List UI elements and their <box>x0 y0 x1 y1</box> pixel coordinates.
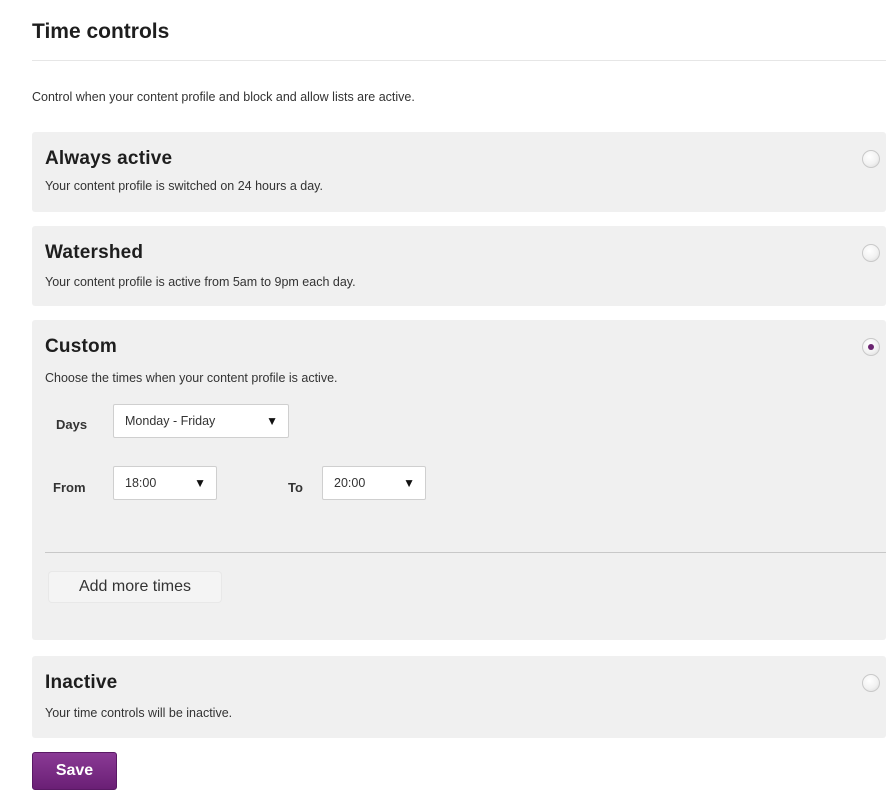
chevron-down-icon: ▼ <box>194 476 206 490</box>
intro-text: Control when your content profile and bl… <box>32 90 415 104</box>
option-title: Always active <box>45 148 173 169</box>
option-title: Watershed <box>45 242 144 263</box>
save-button[interactable]: Save <box>32 752 117 790</box>
option-description: Your time controls will be inactive. <box>45 706 233 720</box>
title-divider <box>32 60 886 61</box>
radio-always-active[interactable] <box>862 150 880 168</box>
option-always-active[interactable]: Always active Your content profile is sw… <box>32 132 886 212</box>
from-select[interactable]: 18:00 ▼ <box>113 466 217 500</box>
add-more-times-button[interactable]: Add more times <box>49 572 221 602</box>
radio-inactive[interactable] <box>862 674 880 692</box>
option-watershed[interactable]: Watershed Your content profile is active… <box>32 226 886 306</box>
days-select[interactable]: Monday - Friday ▼ <box>113 404 289 438</box>
to-label: To <box>288 480 303 495</box>
option-description: Choose the times when your content profi… <box>45 371 338 385</box>
custom-divider <box>45 552 886 553</box>
to-select[interactable]: 20:00 ▼ <box>322 466 426 500</box>
days-label: Days <box>56 417 88 432</box>
days-select-value: Monday - Friday <box>125 414 216 428</box>
option-description: Your content profile is active from 5am … <box>45 275 356 289</box>
radio-custom[interactable] <box>862 338 880 356</box>
page-title: Time controls <box>32 20 170 43</box>
option-title: Custom <box>45 336 117 357</box>
option-custom[interactable]: Custom Choose the times when your conten… <box>32 320 886 640</box>
option-title: Inactive <box>45 672 118 693</box>
from-label: From <box>53 480 86 495</box>
chevron-down-icon: ▼ <box>266 414 278 428</box>
from-select-value: 18:00 <box>125 476 157 490</box>
option-inactive[interactable]: Inactive Your time controls will be inac… <box>32 656 886 738</box>
option-description: Your content profile is switched on 24 h… <box>45 179 323 193</box>
chevron-down-icon: ▼ <box>403 476 415 490</box>
radio-watershed[interactable] <box>862 244 880 262</box>
to-select-value: 20:00 <box>334 476 366 490</box>
